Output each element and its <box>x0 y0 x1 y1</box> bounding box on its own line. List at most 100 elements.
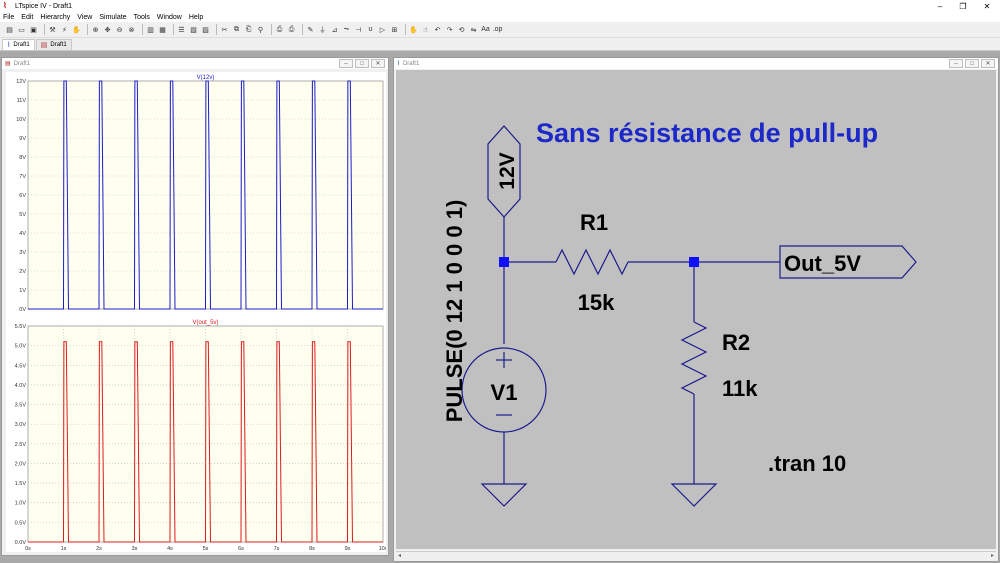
rotate-icon[interactable]: ⟲ <box>457 25 466 34</box>
inductor-icon[interactable]: ʊ <box>366 25 375 34</box>
resistor-r2[interactable] <box>680 321 708 395</box>
scroll-left-icon[interactable]: ◂ <box>398 552 401 559</box>
diode-icon[interactable]: ▷ <box>378 25 387 34</box>
menu-bar: File Edit Hierarchy View Simulate Tools … <box>0 12 1000 22</box>
waveform-plot-area[interactable]: V(12v) 0V 1V 2V 3V 4V 5V 6V 7V 8V 9V 10V 11V 12V V(out… <box>6 72 388 552</box>
y-tick-label: 0.5V <box>15 520 27 526</box>
close-button[interactable]: ✕ <box>974 0 1000 12</box>
resistor-icon[interactable]: ⏦ <box>342 25 351 34</box>
zoom-out-icon[interactable]: ⊖ <box>115 25 124 34</box>
menu-hierarchy[interactable]: Hierarchy <box>40 14 70 21</box>
y-tick-label: 6V <box>19 193 26 199</box>
tile-vertical-icon[interactable]: ▧ <box>189 25 198 34</box>
title-bar: ⌇ LTspice IV - Draft1 – ❐ ✕ <box>0 0 1000 12</box>
paste-icon[interactable]: ⎗ <box>244 25 253 34</box>
menu-file[interactable]: File <box>3 14 14 21</box>
undo-icon[interactable]: ↶ <box>433 25 442 34</box>
schematic-window-title: Draft1 <box>402 60 420 67</box>
ltspice-logo-icon: ⌇ <box>3 1 7 10</box>
x-tick-label: 9s <box>345 546 351 552</box>
spice-directive-text[interactable]: .tran 10 <box>768 451 846 476</box>
schematic-canvas[interactable]: Sans résistance de pull-up 12V PULSE(0 1… <box>396 70 996 549</box>
schematic-window-titlebar[interactable]: ⌇ Draft1 – □ ✕ <box>394 58 998 69</box>
toolbar-separator <box>271 24 272 35</box>
component-icon[interactable]: ⊞ <box>390 25 399 34</box>
r1-name-text[interactable]: R1 <box>580 210 608 235</box>
text-icon[interactable]: Aa <box>481 25 490 34</box>
document-tab-bar: ⌇ Draft1 ▤ Draft1 <box>0 38 1000 51</box>
cascade-icon[interactable]: ▦ <box>158 25 167 34</box>
net-label-12v[interactable]: 12V <box>496 152 519 189</box>
y-tick-label: 10V <box>16 117 26 123</box>
tab-waveform[interactable]: ▤ Draft1 <box>35 39 72 50</box>
close-all-icon[interactable]: ▨ <box>201 25 210 34</box>
maximize-button[interactable]: □ <box>965 59 979 68</box>
zoom-in-icon[interactable]: ⊕ <box>91 25 100 34</box>
menu-help[interactable]: Help <box>189 14 203 21</box>
save-icon[interactable]: ▣ <box>29 25 38 34</box>
spice-directive-icon[interactable]: .op <box>493 25 503 34</box>
junction-dot <box>499 257 509 267</box>
drag-icon[interactable]: ☝ <box>421 25 430 34</box>
maximize-button[interactable]: □ <box>355 59 369 68</box>
ground-symbol-r2[interactable] <box>670 483 718 507</box>
print-preview-icon[interactable]: ⎙ <box>275 25 284 34</box>
zoom-fit-icon[interactable]: ⊗ <box>127 25 136 34</box>
toolbar-separator <box>44 24 45 35</box>
ground-icon[interactable]: ⏚ <box>318 25 327 34</box>
tab-schematic[interactable]: ⌇ Draft1 <box>2 39 35 50</box>
r2-name-text[interactable]: R2 <box>722 330 750 355</box>
waveform-window-title: Draft1 <box>13 60 31 67</box>
waveform-chart[interactable]: V(12v) 0V 1V 2V 3V 4V 5V 6V 7V 8V 9V 10V 11V 12V V(out… <box>6 72 388 552</box>
waveform-window-titlebar[interactable]: ▤ Draft1 – □ ✕ <box>2 58 388 69</box>
minimize-button[interactable]: – <box>949 59 963 68</box>
scroll-right-icon[interactable]: ▸ <box>991 552 994 559</box>
copy-icon[interactable]: ⧉ <box>232 25 241 34</box>
minimize-button[interactable]: – <box>339 59 353 68</box>
r2-value-text[interactable]: 11k <box>722 376 758 401</box>
y-tick-label: 1V <box>19 288 26 294</box>
net-label-out-5v[interactable]: Out_5V <box>784 251 861 276</box>
new-schematic-icon[interactable]: ▤ <box>5 25 14 34</box>
menu-view[interactable]: View <box>77 14 92 21</box>
source-value-text[interactable]: PULSE(0 12 1 0 0 0 1) <box>442 200 467 423</box>
capacitor-icon[interactable]: ⊣ <box>354 25 363 34</box>
redo-icon[interactable]: ↷ <box>445 25 454 34</box>
maximize-button[interactable]: ❐ <box>950 0 976 12</box>
y-tick-label: 11V <box>17 98 27 104</box>
mirror-icon[interactable]: ⇋ <box>469 25 478 34</box>
close-button[interactable]: ✕ <box>371 59 385 68</box>
x-tick-label: 0s <box>25 546 31 552</box>
y-tick-label: 12V <box>16 79 26 85</box>
close-button[interactable]: ✕ <box>981 59 995 68</box>
y-tick-label: 5.5V <box>15 324 27 330</box>
label-net-icon[interactable]: ⊿ <box>330 25 339 34</box>
resistor-r1[interactable] <box>555 248 629 276</box>
halt-icon[interactable]: ✋ <box>72 25 81 34</box>
menu-tools[interactable]: Tools <box>134 14 150 21</box>
pan-icon[interactable]: ✥ <box>103 25 112 34</box>
ground-symbol-v1[interactable] <box>480 483 528 507</box>
heading-text[interactable]: Sans résistance de pull-up <box>536 118 878 148</box>
control-panel-icon[interactable]: ⚒ <box>48 25 57 34</box>
find-icon[interactable]: ⚲ <box>256 25 265 34</box>
menu-simulate[interactable]: Simulate <box>99 14 126 21</box>
move-icon[interactable]: ✋ <box>409 25 418 34</box>
menu-edit[interactable]: Edit <box>21 14 33 21</box>
autoscale-icon[interactable]: ▥ <box>146 25 155 34</box>
wire-icon[interactable]: ✎ <box>306 25 315 34</box>
schematic-drawing[interactable]: Sans résistance de pull-up 12V PULSE(0 1… <box>396 70 996 549</box>
run-icon[interactable]: ⚡ <box>60 25 69 34</box>
horizontal-scrollbar[interactable]: ◂ ▸ <box>396 551 996 559</box>
r1-value-text[interactable]: 15k <box>578 290 615 315</box>
open-icon[interactable]: ▭ <box>17 25 26 34</box>
y-tick-label: 2.0V <box>15 461 27 467</box>
cut-icon[interactable]: ✂ <box>220 25 229 34</box>
tile-horizontal-icon[interactable]: ☰ <box>177 25 186 34</box>
print-icon[interactable]: ⎙ <box>287 25 296 34</box>
menu-window[interactable]: Window <box>157 14 182 21</box>
x-tick-label: 10s <box>379 546 386 552</box>
y-tick-label: 3.5V <box>15 403 27 409</box>
schematic-icon: ⌇ <box>397 61 400 67</box>
source-name-text[interactable]: V1 <box>491 380 518 405</box>
